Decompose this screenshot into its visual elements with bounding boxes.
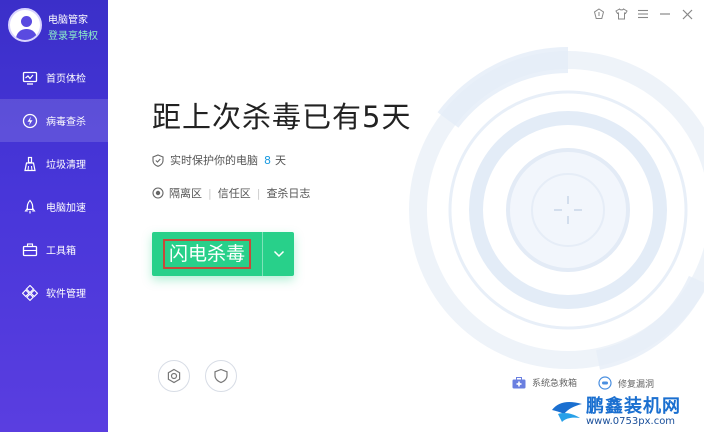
sidebar-item-software[interactable]: 软件管理	[0, 271, 108, 314]
monitor-icon	[22, 70, 38, 86]
minimize-icon	[659, 9, 671, 19]
rocket-icon	[22, 199, 38, 215]
menu-icon	[637, 9, 649, 19]
target-icon	[152, 187, 164, 199]
sidebar-item-cleanup[interactable]: 垃圾清理	[0, 142, 108, 185]
sidebar-item-speedup[interactable]: 电脑加速	[0, 185, 108, 228]
watermark-title: 鹏鑫装机网	[586, 396, 681, 417]
toolbox-icon	[22, 242, 38, 258]
patch-icon	[598, 376, 612, 390]
radar-background	[409, 47, 704, 370]
minimize-button[interactable]	[656, 6, 674, 22]
sidebar-item-toolbox[interactable]: 工具箱	[0, 228, 108, 271]
quarantine-links: 隔离区 | 信任区 | 查杀日志	[152, 185, 310, 201]
protection-unit: 天	[275, 154, 286, 167]
scan-log-link[interactable]: 查杀日志	[266, 185, 310, 201]
sidebar-item-antivirus[interactable]: 病毒查杀	[0, 99, 108, 142]
page-title: 距上次杀毒已有5天	[152, 100, 412, 134]
fix-vulnerability-link[interactable]: 修复漏洞	[598, 376, 654, 390]
profile[interactable]: 电脑管家 登录享特权	[8, 8, 108, 42]
theme-button[interactable]	[612, 6, 630, 22]
close-icon	[682, 9, 693, 20]
sidebar-item-label: 软件管理	[46, 289, 86, 300]
login-link[interactable]: 登录享特权	[48, 27, 98, 42]
quick-scan-button[interactable]: 闪电杀毒	[152, 232, 262, 276]
site-watermark: 鹏鑫装机网 www.0753px.com	[550, 392, 700, 430]
fix-vulnerability-label: 修复漏洞	[618, 379, 655, 390]
main-panel: 距上次杀毒已有5天 实时保护你的电脑 8 天 隔离区 | 信任区 | 查杀日志 …	[108, 0, 704, 432]
lightning-shield-icon	[22, 113, 38, 129]
sidebar-item-label: 垃圾清理	[46, 160, 86, 171]
gear-icon	[166, 368, 182, 384]
settings-button[interactable]	[158, 360, 190, 392]
system-rescue-label: 系统急救箱	[532, 379, 578, 389]
quick-scan-label: 闪电杀毒	[162, 239, 251, 269]
window-controls	[590, 6, 696, 22]
broom-icon	[22, 156, 38, 172]
skin-button[interactable]	[590, 6, 608, 22]
close-button[interactable]	[678, 6, 696, 22]
realtime-protection-status: 实时保护你的电脑 8 天	[152, 152, 286, 168]
shield-icon	[152, 153, 164, 167]
link-separator: |	[208, 186, 212, 200]
link-separator: |	[256, 186, 261, 200]
menu-button[interactable]	[634, 6, 652, 22]
sidebar-item-label: 病毒查杀	[46, 117, 86, 128]
trust-zone-link[interactable]: 信任区	[218, 185, 251, 201]
app-name: 电脑管家	[48, 15, 88, 26]
apps-icon	[22, 284, 38, 301]
shirt-icon	[614, 8, 628, 20]
sidebar-item-label: 首页体检	[46, 74, 86, 85]
protection-button[interactable]	[205, 360, 237, 392]
sidebar-item-label: 电脑加速	[46, 203, 86, 214]
bird-logo-icon	[550, 396, 584, 430]
quick-scan-button-group: 闪电杀毒	[152, 232, 294, 276]
watermark-url: www.0753px.com	[586, 416, 676, 427]
system-rescue-link[interactable]: 系统急救箱	[512, 376, 577, 389]
quarantine-link[interactable]: 隔离区	[169, 185, 202, 201]
first-aid-kit-icon	[512, 376, 526, 389]
chevron-down-icon	[273, 250, 285, 258]
protection-days: 8	[264, 153, 271, 167]
avatar[interactable]	[8, 8, 42, 42]
shield-outline-icon	[213, 368, 229, 384]
sidebar-item-label: 工具箱	[46, 246, 76, 257]
scan-mode-dropdown[interactable]	[263, 232, 294, 276]
sidebar: 电脑管家 登录享特权 首页体检 病毒查杀 垃圾清理 电脑加速 工具箱 软件管理	[0, 0, 108, 432]
skin-icon	[593, 8, 605, 20]
sidebar-item-checkup[interactable]: 首页体检	[0, 56, 108, 99]
protection-text: 实时保护你的电脑	[170, 154, 258, 167]
sidebar-nav: 首页体检 病毒查杀 垃圾清理 电脑加速 工具箱 软件管理	[0, 56, 108, 314]
